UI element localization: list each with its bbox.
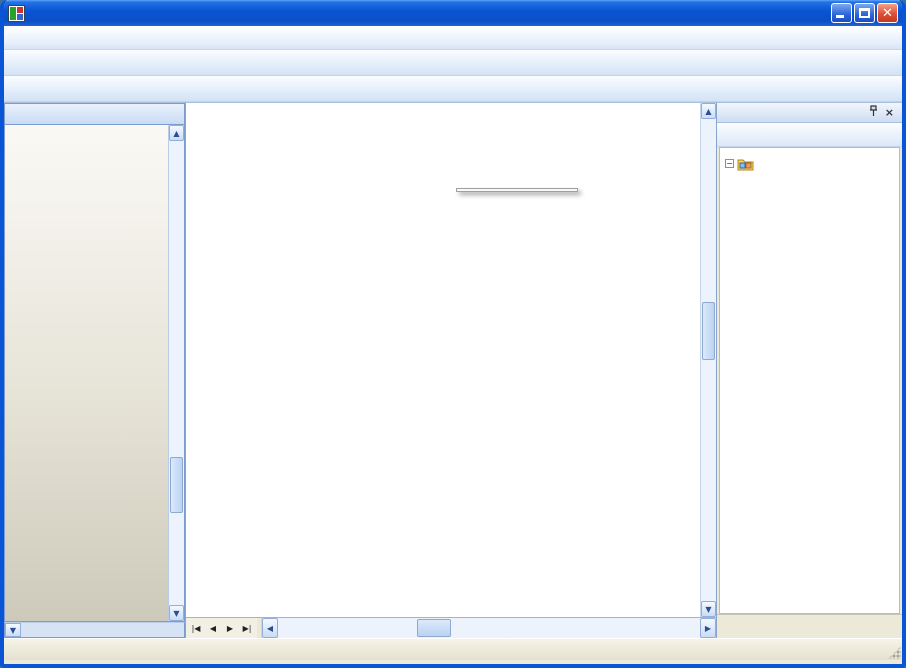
maximize-button[interactable] xyxy=(854,3,875,23)
sheets-panel-header: × xyxy=(717,103,902,123)
canvas-scroll-up-icon[interactable]: ▲ xyxy=(701,103,716,119)
canvas-vscroll-track[interactable] xyxy=(701,119,716,601)
sheets-panel: × − xyxy=(716,102,902,638)
canvas-horizontal-scrollbar[interactable]: ◀ ▶ xyxy=(261,618,716,638)
first-page-icon[interactable]: |◀ xyxy=(188,620,204,636)
tree-node-substation[interactable]: − xyxy=(722,154,897,173)
shapes-panel-header xyxy=(4,103,185,125)
sheets-tree: − xyxy=(719,147,900,614)
shapes-scrollbar[interactable]: ▲ ▼ xyxy=(168,125,184,621)
panel-tabs xyxy=(717,614,902,638)
pin-icon[interactable] xyxy=(865,105,882,120)
substation-folder-icon xyxy=(737,157,754,171)
last-page-icon[interactable]: ▶| xyxy=(239,620,255,636)
menu-bar xyxy=(4,26,902,50)
canvas-scroll-right-icon[interactable]: ▶ xyxy=(700,618,716,638)
canvas-hscroll-thumb[interactable] xyxy=(417,619,451,637)
main-area: ▲ ▼ ▼ ▲ ▼ |◀ ◀ xyxy=(4,102,902,638)
app-window: ✕ ▲ ▼ ▼ xyxy=(0,0,906,668)
close-button[interactable]: ✕ xyxy=(877,3,898,23)
page-nav-buttons: |◀ ◀ ▶ ▶| xyxy=(186,618,257,638)
next-page-icon[interactable]: ▶ xyxy=(222,620,238,636)
feeder-diagram-canvas[interactable] xyxy=(186,103,700,617)
minimize-icon xyxy=(836,15,844,18)
page-tab-strip: |◀ ◀ ▶ ▶| ◀ ▶ xyxy=(186,617,716,638)
maximize-icon xyxy=(859,8,870,18)
toolbar-standard xyxy=(4,50,902,76)
context-menu xyxy=(456,188,578,192)
toolbar-extra xyxy=(4,76,902,102)
canvas-vertical-scrollbar[interactable]: ▲ ▼ xyxy=(700,103,716,617)
canvas-scroll-left-icon[interactable]: ◀ xyxy=(262,618,278,638)
canvas-vscroll-thumb[interactable] xyxy=(702,302,715,360)
collapse-icon[interactable]: − xyxy=(725,159,734,168)
shapes-list: ▲ ▼ xyxy=(4,125,185,622)
shapes-panel-footer: ▼ xyxy=(4,622,185,638)
scroll-down-icon[interactable]: ▼ xyxy=(169,605,184,621)
status-bar xyxy=(4,638,902,660)
canvas-zone: ▲ ▼ |◀ ◀ ▶ ▶| ◀ ▶ xyxy=(186,102,716,638)
shapes-scroll-thumb[interactable] xyxy=(170,457,183,513)
close-icon: ✕ xyxy=(878,5,897,23)
resize-grip[interactable] xyxy=(888,646,901,659)
prev-page-icon[interactable]: ◀ xyxy=(205,620,221,636)
canvas-scroll-down-icon[interactable]: ▼ xyxy=(701,601,716,617)
app-icon xyxy=(8,5,25,22)
shapes-panel: ▲ ▼ ▼ xyxy=(4,102,186,638)
minimize-button[interactable] xyxy=(831,3,852,23)
scroll-up-icon[interactable]: ▲ xyxy=(169,125,184,141)
shapes-scroll-track[interactable] xyxy=(169,141,184,605)
shapes-overflow-down-icon[interactable]: ▼ xyxy=(5,623,21,637)
canvas-hscroll-track[interactable] xyxy=(278,618,700,638)
sheets-panel-close-icon[interactable]: × xyxy=(882,106,897,119)
sheets-toolbar xyxy=(717,123,902,147)
title-bar: ✕ xyxy=(4,0,902,26)
